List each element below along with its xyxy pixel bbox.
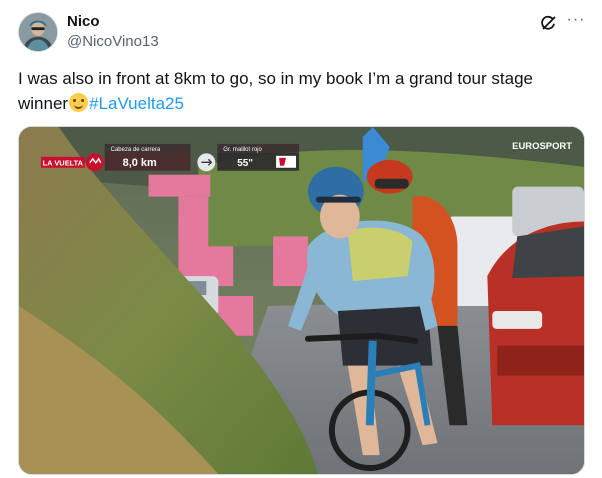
gc-label: Gr. maillot rojo [223, 147, 262, 153]
author-name[interactable]: Nico [67, 13, 100, 31]
tweet-media-image[interactable]: LA VUELTA Cabeza de carrera 8,0 km Gr. m… [18, 126, 585, 475]
race-logo: LA VUELTA [43, 158, 84, 167]
more-icon[interactable]: ··· [565, 11, 587, 33]
tweet-text: I was also in front at 8km to go, so in … [18, 66, 584, 116]
gc-gap: 55" [237, 158, 253, 169]
leader-label: Cabeza de carrera [111, 147, 161, 153]
broadcaster-logo: EUROSPORT [512, 141, 572, 152]
face-savoring-food-emoji-icon [69, 93, 89, 112]
grok-icon[interactable] [540, 14, 558, 32]
hashtag-link[interactable]: #LaVuelta25 [89, 94, 184, 113]
tweet: Nico @NicoVino13 ··· I was also in front… [0, 0, 602, 478]
leader-distance: 8,0 km [123, 157, 157, 169]
avatar[interactable] [18, 12, 58, 52]
author-handle[interactable]: @NicoVino13 [67, 33, 159, 51]
